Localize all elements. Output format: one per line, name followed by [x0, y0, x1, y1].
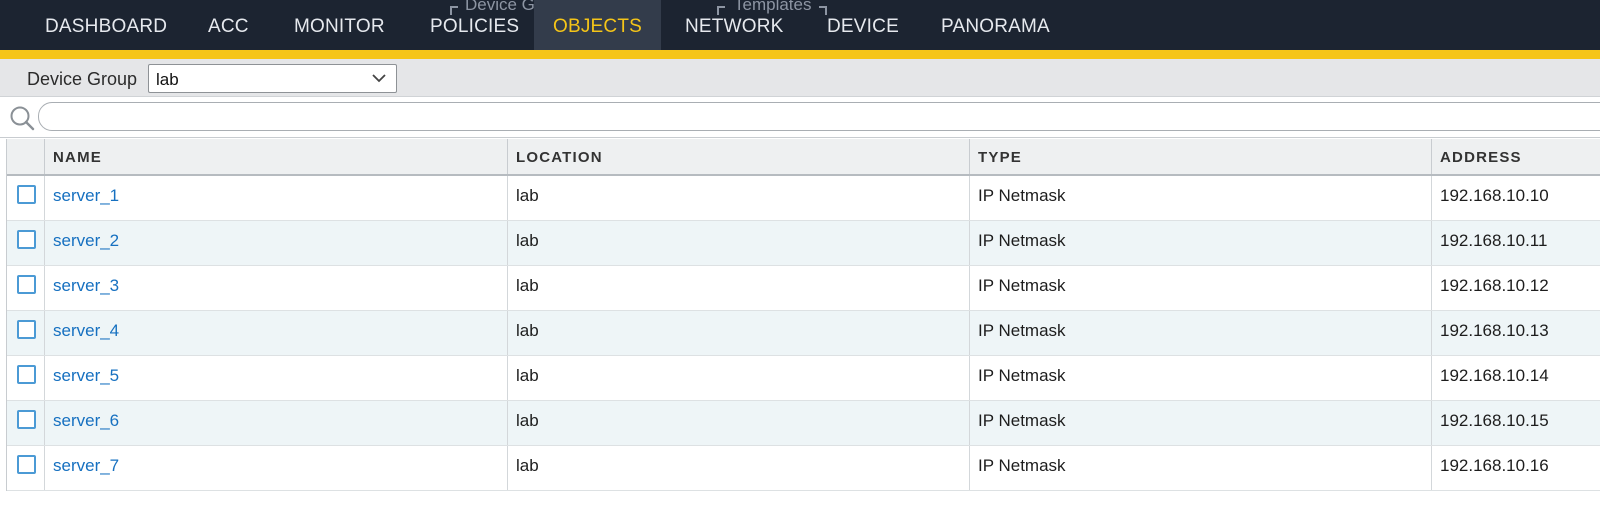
object-location: lab — [508, 311, 970, 355]
object-address: 192.168.10.15 — [1440, 411, 1549, 430]
filter-row — [0, 97, 1600, 138]
table-row[interactable]: server_7 lab IP Netmask 192.168.10.16 — [7, 446, 1600, 491]
tab-acc[interactable]: ACC — [208, 0, 249, 50]
object-type: IP Netmask — [970, 176, 1432, 220]
object-name-link[interactable]: server_6 — [45, 401, 508, 445]
object-address: 192.168.10.13 — [1440, 321, 1549, 340]
object-type: IP Netmask — [970, 446, 1432, 490]
row-checkbox[interactable] — [17, 365, 36, 384]
column-header-name[interactable]: NAME — [45, 139, 508, 174]
row-checkbox[interactable] — [17, 185, 36, 204]
object-location: lab — [508, 176, 970, 220]
column-header-location[interactable]: LOCATION — [508, 139, 970, 174]
table-header: NAME LOCATION TYPE ADDRESS — [7, 139, 1600, 176]
column-header-address[interactable]: ADDRESS — [1432, 139, 1600, 174]
tab-panorama[interactable]: PANORAMA — [941, 0, 1050, 50]
object-location: lab — [508, 221, 970, 265]
object-address: 192.168.10.11 — [1440, 231, 1548, 250]
table-row[interactable]: server_1 lab IP Netmask 192.168.10.10 — [7, 176, 1600, 221]
object-type: IP Netmask — [970, 221, 1432, 265]
object-type: IP Netmask — [970, 266, 1432, 310]
templates-bracket-right — [819, 6, 827, 15]
object-name-link[interactable]: server_5 — [45, 356, 508, 400]
top-navigation-bar: Device Groups Templates DASHBOARD ACC MO… — [0, 0, 1600, 50]
tab-monitor[interactable]: MONITOR — [294, 0, 385, 50]
row-checkbox[interactable] — [17, 320, 36, 339]
object-location: lab — [508, 266, 970, 310]
tab-device[interactable]: DEVICE — [827, 0, 899, 50]
row-checkbox[interactable] — [17, 275, 36, 294]
object-name-link[interactable]: server_3 — [45, 266, 508, 310]
tab-policies[interactable]: POLICIES — [430, 0, 519, 50]
object-address: 192.168.10.12 — [1440, 276, 1549, 295]
table-row[interactable]: server_4 lab IP Netmask 192.168.10.13 — [7, 311, 1600, 356]
object-name-link[interactable]: server_1 — [45, 176, 508, 220]
table-row[interactable]: server_2 lab IP Netmask 192.168.10.11 — [7, 221, 1600, 266]
device-group-select[interactable]: lab — [148, 64, 397, 93]
select-all-header[interactable] — [7, 139, 45, 174]
device-group-bar: Device Group lab — [0, 59, 1600, 97]
filter-input[interactable] — [38, 102, 1600, 131]
tab-network[interactable]: NETWORK — [685, 0, 784, 50]
table-row[interactable]: server_6 lab IP Netmask 192.168.10.15 — [7, 401, 1600, 446]
object-name-link[interactable]: server_4 — [45, 311, 508, 355]
row-checkbox[interactable] — [17, 455, 36, 474]
object-address: 192.168.10.16 — [1440, 456, 1549, 475]
address-objects-table: NAME LOCATION TYPE ADDRESS server_1 lab … — [6, 139, 1600, 491]
column-header-type[interactable]: TYPE — [970, 139, 1432, 174]
tab-objects[interactable]: OBJECTS — [534, 0, 661, 50]
object-location: lab — [508, 356, 970, 400]
table-row[interactable]: server_3 lab IP Netmask 192.168.10.12 — [7, 266, 1600, 311]
object-address: 192.168.10.10 — [1440, 186, 1549, 205]
search-icon — [10, 106, 35, 131]
object-name-link[interactable]: server_7 — [45, 446, 508, 490]
nav-accent-strip — [0, 50, 1600, 59]
device-group-label: Device Group — [27, 69, 138, 89]
object-name-link[interactable]: server_2 — [45, 221, 508, 265]
chevron-down-icon — [372, 74, 386, 83]
object-type: IP Netmask — [970, 311, 1432, 355]
object-address: 192.168.10.14 — [1440, 366, 1549, 385]
tab-dashboard[interactable]: DASHBOARD — [45, 0, 167, 50]
row-checkbox[interactable] — [17, 410, 36, 429]
row-checkbox[interactable] — [17, 230, 36, 249]
object-type: IP Netmask — [970, 401, 1432, 445]
object-type: IP Netmask — [970, 356, 1432, 400]
object-location: lab — [508, 446, 970, 490]
device-group-selected-value: lab — [156, 70, 179, 89]
object-location: lab — [508, 401, 970, 445]
table-row[interactable]: server_5 lab IP Netmask 192.168.10.14 — [7, 356, 1600, 401]
